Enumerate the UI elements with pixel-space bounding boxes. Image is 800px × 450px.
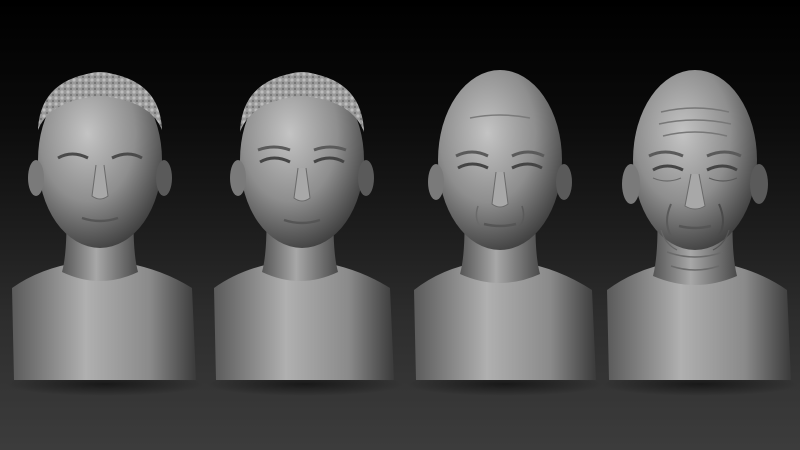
head — [438, 70, 562, 250]
bust-young — [0, 0, 200, 450]
head — [633, 70, 757, 250]
right-ear — [358, 160, 374, 196]
bust-elderly — [595, 0, 795, 450]
left-ear — [230, 160, 246, 196]
sculpt-scene — [0, 0, 800, 450]
left-ear — [28, 160, 44, 196]
left-ear — [428, 164, 444, 200]
right-ear — [750, 164, 768, 204]
bust-middle-aged — [400, 0, 600, 450]
right-ear — [556, 164, 572, 200]
right-ear — [156, 160, 172, 196]
left-ear — [622, 164, 640, 204]
bust-young-adult — [200, 0, 400, 450]
